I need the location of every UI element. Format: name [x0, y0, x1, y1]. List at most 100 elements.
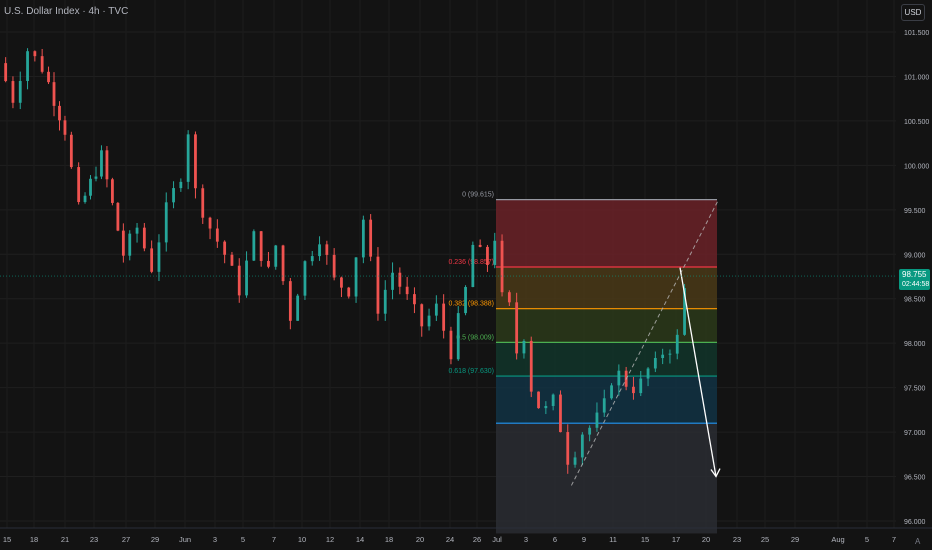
- fib-level-label: 0.618 (97.630): [448, 368, 494, 375]
- candle-body: [52, 82, 56, 106]
- candle-body: [89, 178, 92, 196]
- price-tick-label: 97.000: [904, 430, 926, 437]
- candle-body: [610, 385, 613, 399]
- candle-body: [77, 167, 81, 203]
- time-tick-label: 12: [326, 535, 334, 544]
- time-tick-label: 14: [356, 535, 364, 544]
- candle-body: [26, 51, 29, 81]
- candle-body: [194, 134, 197, 189]
- candle-body: [83, 195, 87, 203]
- fib-zone: [496, 342, 717, 377]
- candle-body: [559, 394, 562, 433]
- candle-body: [551, 394, 555, 406]
- time-tick-label: 23: [733, 535, 741, 544]
- price-tick-label: 100.000: [904, 163, 929, 170]
- candle-body: [100, 150, 103, 177]
- candle-body: [267, 260, 270, 267]
- candle-body: [369, 219, 373, 257]
- price-tick-label: 99.500: [904, 208, 926, 215]
- candle-body: [456, 313, 460, 360]
- candle-body: [617, 370, 621, 386]
- candle-body: [602, 398, 606, 413]
- candle-body: [471, 244, 475, 288]
- fib-zone: [496, 199, 717, 267]
- candle-body: [201, 188, 205, 218]
- fib-level-label: 0.5 (98.009): [456, 334, 494, 341]
- time-tick-label: Jun: [179, 535, 191, 544]
- candle-body: [383, 289, 387, 314]
- symbol-title[interactable]: U.S. Dollar Index · 4h · TVC: [4, 6, 128, 17]
- candle-body: [442, 303, 446, 331]
- candle-body: [398, 272, 402, 287]
- candle-body: [63, 120, 67, 135]
- candle-body: [434, 303, 438, 316]
- candle-body: [427, 315, 431, 327]
- candle-body: [675, 334, 679, 354]
- price-tick-label: 96.500: [904, 475, 926, 482]
- time-tick-label: 5: [865, 535, 869, 544]
- candle-body: [376, 256, 380, 314]
- candle-body: [361, 219, 365, 258]
- candle-body: [310, 256, 314, 262]
- time-tick-label: 3: [213, 535, 217, 544]
- candle-body: [332, 254, 336, 278]
- time-tick-label: 15: [641, 535, 649, 544]
- candle-body: [259, 231, 263, 261]
- time-tick-label: 21: [61, 535, 69, 544]
- candle-body: [354, 257, 358, 297]
- candle-body: [230, 254, 234, 266]
- candle-body: [58, 105, 61, 121]
- candle-body: [18, 80, 22, 103]
- time-tick-label: 10: [298, 535, 306, 544]
- time-tick-label: 15: [3, 535, 11, 544]
- time-tick-label: 11: [609, 535, 617, 544]
- candle-body: [486, 246, 489, 265]
- candle-body: [420, 304, 424, 327]
- candle-body: [573, 457, 577, 465]
- currency-selector[interactable]: USD: [901, 4, 925, 21]
- candle-body: [507, 292, 511, 303]
- candle-body: [391, 272, 394, 290]
- price-tick-label: 99.000: [904, 252, 926, 259]
- candle-body: [186, 134, 190, 182]
- fib-level-label: 0.382 (98.388): [448, 301, 494, 308]
- candle-body: [668, 353, 672, 355]
- time-tick-label: 20: [416, 535, 424, 544]
- price-tick-label: 101.000: [904, 74, 929, 81]
- candle-body: [128, 233, 132, 256]
- price-chart[interactable]: 0 (99.615)0.236 (98.857)0.382 (98.388)0.…: [0, 0, 932, 550]
- time-tick-label: 29: [151, 535, 159, 544]
- candle-body: [632, 386, 635, 394]
- candle-body: [135, 227, 139, 234]
- candle-body: [493, 240, 497, 265]
- candle-body: [529, 340, 533, 392]
- candle-body: [580, 434, 584, 458]
- candle-body: [296, 295, 300, 321]
- fibonacci-retracement[interactable]: 0 (99.615)0.236 (98.857)0.382 (98.388)0.…: [448, 192, 717, 534]
- price-tick-label: 98.000: [904, 341, 926, 348]
- candle-body: [325, 244, 329, 255]
- last-price-value: 98.755: [902, 270, 927, 279]
- candle-body: [121, 230, 125, 256]
- auto-scale-icon[interactable]: A: [915, 537, 920, 546]
- candle-body: [223, 241, 227, 255]
- price-tick-label: 96.000: [904, 519, 926, 526]
- time-tick-label: 18: [385, 535, 393, 544]
- candle-body: [33, 51, 37, 57]
- time-axis[interactable]: 15 18 21 23 27 29 Jun 3 5 7 10 12 14 18 20 24 26 Jul 3 6 9 11…: [0, 527, 932, 544]
- price-tick-label: 98.500: [904, 297, 926, 304]
- bar-countdown: 02:44:58: [902, 281, 930, 288]
- candle-body: [69, 134, 73, 168]
- time-tick-label: 24: [446, 535, 454, 544]
- candle-body: [172, 188, 175, 203]
- candle-body: [537, 391, 540, 409]
- candle-body: [116, 202, 120, 231]
- time-tick-label: Aug: [831, 535, 844, 544]
- candle-body: [661, 354, 665, 359]
- candle-body: [544, 405, 548, 409]
- candle-body: [94, 176, 98, 179]
- time-tick-label: 3: [524, 535, 528, 544]
- candle-body: [40, 56, 44, 72]
- candle-body: [111, 179, 114, 203]
- candle-body: [646, 368, 650, 379]
